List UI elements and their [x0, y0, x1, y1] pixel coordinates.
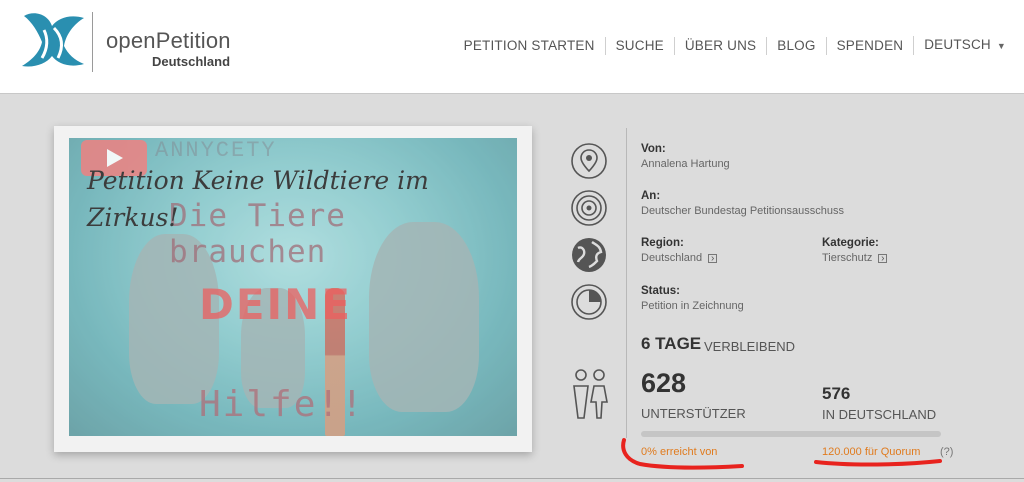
nav-item-blog[interactable]: BLOG: [766, 36, 825, 55]
brand-name[interactable]: openPetition: [106, 28, 231, 54]
days-remaining-number: 6 TAGE: [641, 334, 702, 353]
days-remaining-label: VERBLEIBEND: [704, 339, 796, 354]
video-text-line3: DEINE: [199, 280, 353, 329]
region-label: Region:: [641, 237, 684, 249]
germany-count: 576: [822, 384, 851, 403]
info-divider: [626, 128, 627, 438]
video-frame: ANNYCETY Die Tiere brauchen Petition Kei…: [54, 126, 532, 452]
video-watermark: ANNYCETY: [155, 138, 277, 163]
supporters-count: 628: [641, 368, 687, 398]
kategorie-value: Tierschutz: [822, 252, 873, 264]
video-text-line4: Hilfe!!: [199, 384, 365, 425]
main-nav: PETITION STARTEN SUCHE ÜBER UNS BLOG SPE…: [454, 36, 1016, 55]
nav-item-petition-starten[interactable]: PETITION STARTEN: [454, 37, 605, 55]
caret-down-icon: ▼: [996, 41, 1006, 51]
von-label: Von:: [641, 143, 666, 155]
video-title: Petition Keine Wildtiere im Zirkus!: [87, 166, 429, 232]
nav-item-ueber-uns[interactable]: ÜBER UNS: [673, 36, 766, 55]
dove-logo-icon[interactable]: [18, 8, 88, 74]
status-value: Petition in Zeichnung: [641, 300, 744, 312]
red-annotation-underline-right: [814, 459, 942, 467]
nav-item-spenden[interactable]: SPENDEN: [825, 36, 914, 55]
language-dropdown[interactable]: DEUTSCH ▼: [913, 36, 1016, 55]
clock-icon: [571, 284, 607, 320]
supporters-label: UNTERSTÜTZER: [641, 406, 746, 421]
kategorie-link[interactable]: Tierschutz ›: [822, 252, 888, 264]
external-link-icon: ›: [708, 253, 718, 263]
brand-subtitle: Deutschland: [152, 54, 231, 69]
globe-icon: [572, 238, 606, 272]
kategorie-label: Kategorie:: [822, 237, 879, 249]
status-label: Status:: [641, 285, 680, 297]
supporters-people-icon: [573, 369, 608, 419]
petition-video[interactable]: ANNYCETY Die Tiere brauchen Petition Kei…: [69, 138, 517, 436]
germany-label: IN DEUTSCHLAND: [822, 407, 937, 422]
von-value: Annalena Hartung: [641, 158, 730, 170]
nav-item-suche[interactable]: SUCHE: [604, 36, 674, 55]
language-label: DEUTSCH: [924, 37, 991, 52]
region-value: Deutschland: [641, 252, 703, 264]
logo-divider: [92, 12, 93, 72]
red-annotation-underline-left: [621, 438, 744, 470]
bottom-divider: [0, 478, 1024, 479]
target-icon: [571, 190, 607, 226]
an-label: An:: [641, 190, 661, 202]
location-pin-icon: [571, 143, 607, 179]
an-value: Deutscher Bundestag Petitionsausschuss: [641, 205, 845, 217]
external-link-icon: ›: [878, 253, 888, 263]
region-link[interactable]: Deutschland ›: [641, 252, 718, 264]
site-header: openPetition Deutschland PETITION STARTE…: [0, 0, 1024, 94]
